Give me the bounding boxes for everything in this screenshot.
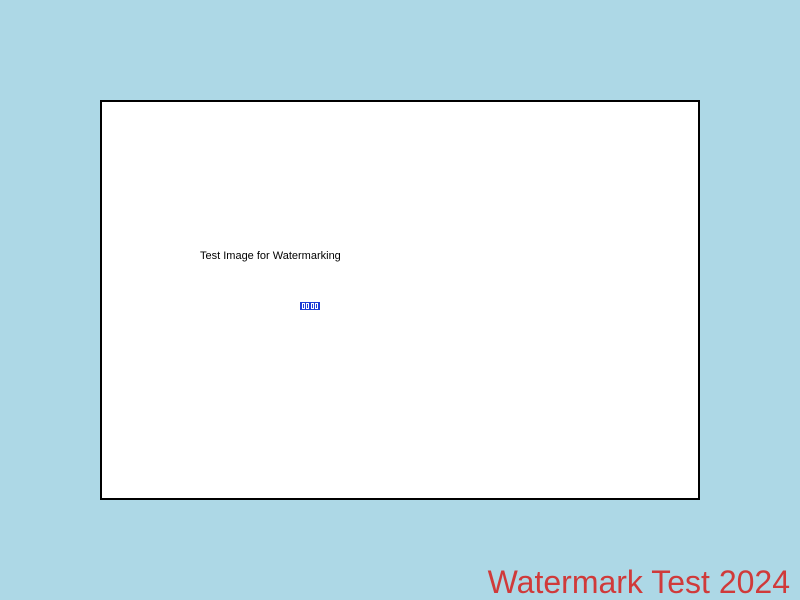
watermark-text: Watermark Test 2024 xyxy=(487,564,790,600)
glyph-placeholder xyxy=(315,303,319,309)
glyph-placeholder xyxy=(310,303,314,309)
missing-glyph-icon xyxy=(300,302,320,310)
glyph-placeholder xyxy=(301,303,305,309)
image-canvas xyxy=(100,100,700,500)
image-caption: Test Image for Watermarking xyxy=(200,250,341,262)
glyph-placeholder xyxy=(306,303,310,309)
